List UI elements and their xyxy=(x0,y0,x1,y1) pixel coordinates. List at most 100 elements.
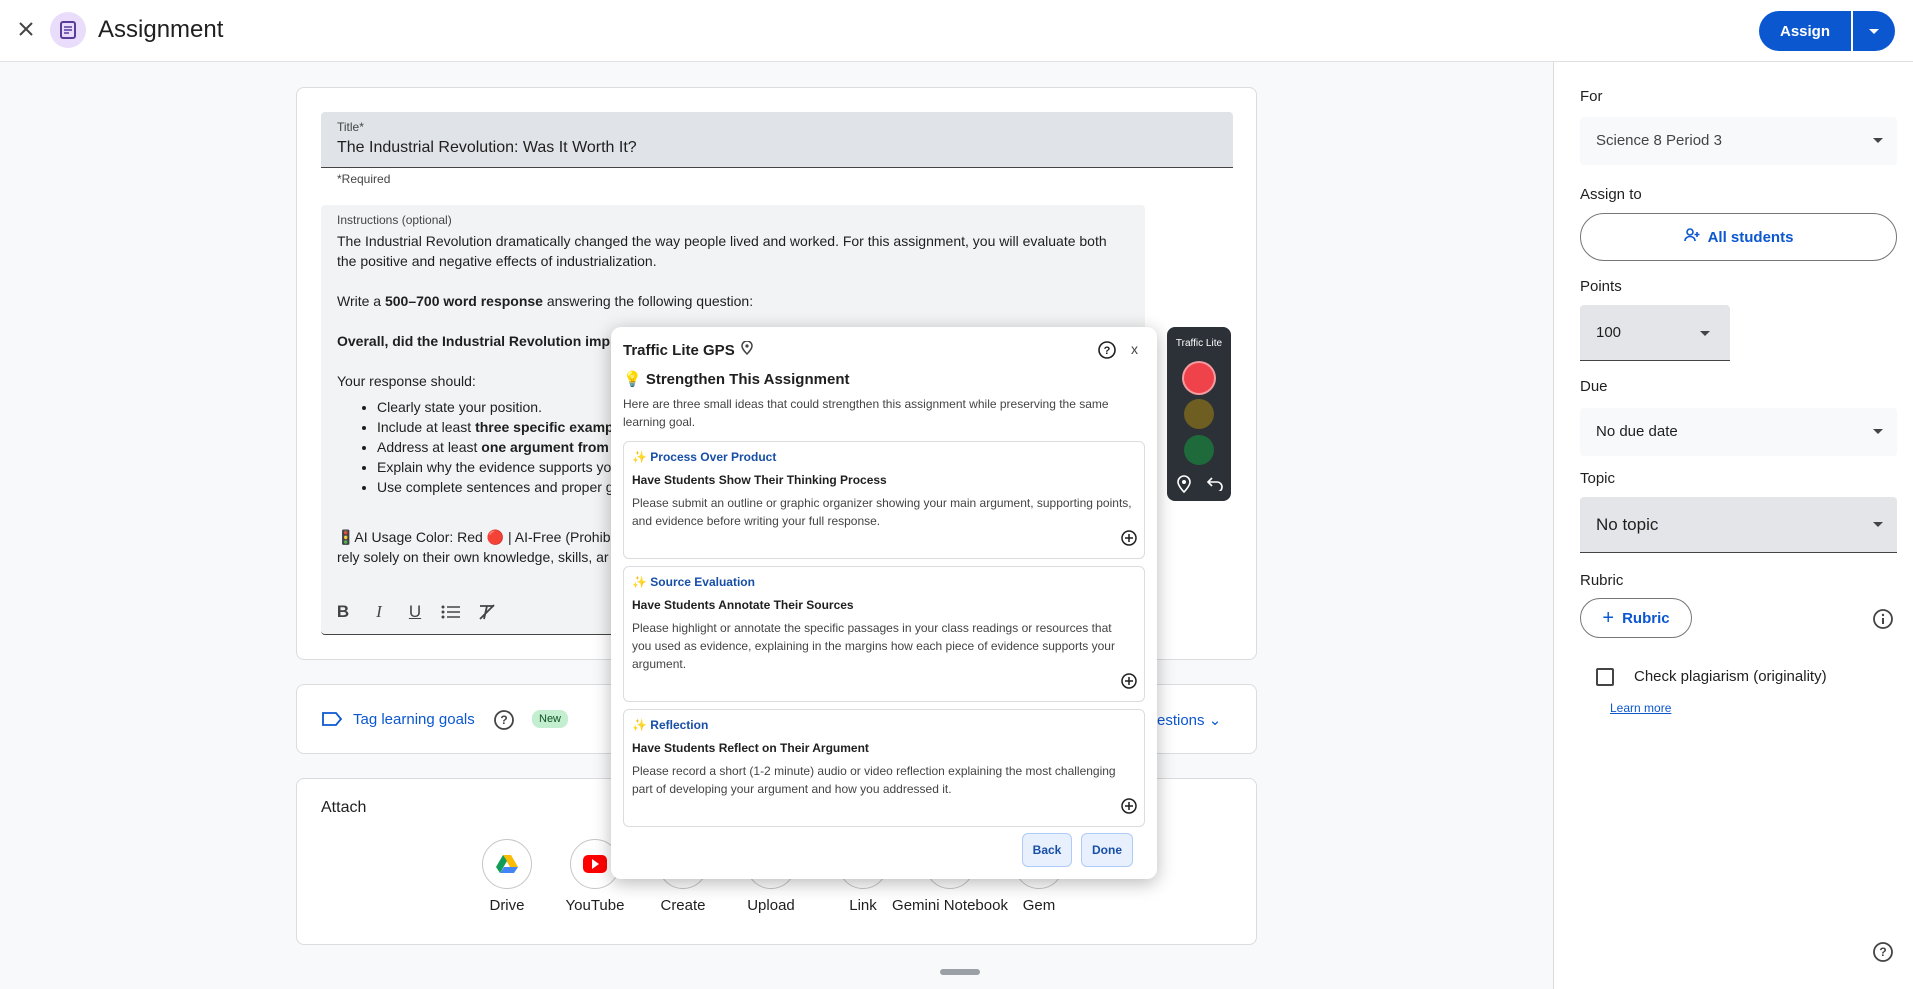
points-select[interactable]: 100 xyxy=(1580,305,1730,361)
top-bar: Assignment Assign xyxy=(0,0,1913,62)
points-value: 100 xyxy=(1596,324,1622,341)
add-circle-icon[interactable] xyxy=(1120,797,1138,820)
learn-more-link[interactable]: Learn more xyxy=(1610,701,1671,715)
dialog-title-text: Traffic Lite GPS xyxy=(623,341,735,359)
dialog-title: Traffic Lite GPS xyxy=(623,340,753,359)
idea-tag: ✨ Process Over Product xyxy=(632,450,777,464)
idea-tag: ✨ Source Evaluation xyxy=(632,575,755,589)
location-pin-icon[interactable] xyxy=(1176,475,1192,498)
traffic-lite-widget: Traffic Lite xyxy=(1167,327,1231,501)
idea-title: Have Students Reflect on Their Argument xyxy=(632,741,869,755)
attach-label: Gem xyxy=(1022,897,1056,914)
topic-value: No topic xyxy=(1596,515,1659,534)
idea-title: Have Students Show Their Thinking Proces… xyxy=(632,473,887,487)
idea-card: ✨ Source Evaluation Have Students Annota… xyxy=(623,566,1145,702)
caret-down-icon xyxy=(1873,522,1883,527)
questions-link[interactable]: estions ⌄ xyxy=(1157,711,1221,729)
add-circle-icon[interactable] xyxy=(1120,672,1138,695)
done-button[interactable]: Done xyxy=(1081,833,1133,867)
plus-icon: + xyxy=(1602,606,1615,629)
dialog-heading: 💡 Strengthen This Assignment xyxy=(623,371,850,388)
attach-label: YouTube xyxy=(565,897,625,914)
caret-down-icon xyxy=(1869,28,1879,34)
instructions-paragraph: The Industrial Revolution dramatically c… xyxy=(337,233,1107,269)
drive-icon xyxy=(482,839,532,889)
caret-down-icon xyxy=(1873,429,1883,434)
topic-label: Topic xyxy=(1580,470,1616,487)
assign-to-label: Assign to xyxy=(1580,186,1642,203)
bulleted-list-icon[interactable] xyxy=(439,600,463,624)
location-pin-icon xyxy=(740,340,753,359)
title-input[interactable]: The Industrial Revolution: Was It Worth … xyxy=(337,139,637,157)
idea-card: ✨ Process Over Product Have Students Sho… xyxy=(623,441,1145,559)
person-add-icon xyxy=(1683,227,1700,247)
assignment-icon xyxy=(50,12,86,48)
italic-icon[interactable]: I xyxy=(367,600,391,624)
svg-text:?: ? xyxy=(500,713,507,727)
label-icon xyxy=(321,709,343,734)
rubric-label: Rubric xyxy=(1580,572,1624,589)
traffic-lite-gps-dialog: Traffic Lite GPS ? x 💡 Strengthen This A… xyxy=(611,327,1157,879)
due-select[interactable]: No due date xyxy=(1580,408,1897,456)
green-light[interactable] xyxy=(1184,435,1214,465)
dialog-intro: Here are three small ideas that could st… xyxy=(623,397,1109,429)
instructions-label: Instructions (optional) xyxy=(337,213,452,227)
idea-description: Please submit an outline or graphic orga… xyxy=(632,496,1132,528)
topic-select[interactable]: No topic xyxy=(1580,497,1897,553)
add-rubric-button[interactable]: + Rubric xyxy=(1580,598,1692,638)
caret-down-icon xyxy=(1700,331,1710,336)
clear-formatting-icon[interactable] xyxy=(475,600,499,624)
attach-drive-button[interactable]: Drive xyxy=(462,839,552,914)
attach-label: Drive xyxy=(489,897,525,914)
back-button[interactable]: Back xyxy=(1022,833,1072,867)
plagiarism-label: Check plagiarism (originality) xyxy=(1634,668,1827,685)
info-icon[interactable] xyxy=(1872,608,1894,635)
idea-description: Please highlight or annotate the specifi… xyxy=(632,621,1115,671)
bold-icon[interactable]: B xyxy=(331,600,355,624)
help-icon[interactable]: ? xyxy=(1097,340,1117,365)
new-badge: New xyxy=(532,710,569,728)
plagiarism-checkbox[interactable] xyxy=(1596,668,1614,686)
red-light[interactable] xyxy=(1184,363,1214,393)
help-icon[interactable]: ? xyxy=(493,709,515,736)
resize-handle[interactable] xyxy=(940,969,980,975)
widget-title: Traffic Lite xyxy=(1175,338,1223,349)
add-circle-icon[interactable] xyxy=(1120,529,1138,552)
title-field[interactable]: Title* The Industrial Revolution: Was It… xyxy=(321,112,1233,168)
all-students-button[interactable]: All students xyxy=(1580,213,1897,261)
attach-label: Upload xyxy=(747,897,795,914)
idea-card: ✨ Reflection Have Students Reflect on Th… xyxy=(623,709,1145,827)
attach-title: Attach xyxy=(321,799,367,816)
svg-text:?: ? xyxy=(1104,345,1111,357)
title-label: Title* xyxy=(337,120,364,134)
chevron-down-icon: ⌄ xyxy=(1208,712,1222,729)
tag-learning-goals-link[interactable]: Tag learning goals xyxy=(353,711,475,728)
underline-icon[interactable]: U xyxy=(403,600,427,624)
idea-description: Please record a short (1-2 minute) audio… xyxy=(632,764,1116,796)
assign-options-button[interactable] xyxy=(1853,11,1895,51)
assign-button[interactable]: Assign xyxy=(1759,11,1851,51)
rubric-button-label: Rubric xyxy=(1622,609,1670,627)
all-students-label: All students xyxy=(1707,228,1794,246)
page-title: Assignment xyxy=(98,16,224,43)
due-value: No due date xyxy=(1596,423,1678,440)
class-select[interactable]: Science 8 Period 3 xyxy=(1580,117,1897,165)
required-note: *Required xyxy=(337,172,391,186)
undo-icon[interactable] xyxy=(1206,475,1224,496)
idea-title: Have Students Annotate Their Sources xyxy=(632,598,854,612)
caret-down-icon xyxy=(1873,138,1883,143)
svg-text:?: ? xyxy=(1879,945,1886,959)
formatting-toolbar: B I U xyxy=(331,600,499,624)
attach-label: Create xyxy=(660,897,706,914)
for-label: For xyxy=(1580,88,1603,105)
due-label: Due xyxy=(1580,378,1608,395)
idea-tag: ✨ Reflection xyxy=(632,718,709,732)
class-select-value: Science 8 Period 3 xyxy=(1596,132,1722,149)
instructions-paragraph: Write a 500–700 word response answering … xyxy=(337,293,754,309)
yellow-light[interactable] xyxy=(1184,399,1214,429)
help-icon[interactable]: ? xyxy=(1872,941,1894,968)
close-icon[interactable] xyxy=(14,17,38,41)
close-button[interactable]: x xyxy=(1131,341,1138,357)
settings-panel: For Science 8 Period 3 Assign to All stu… xyxy=(1553,62,1913,989)
points-label: Points xyxy=(1580,278,1622,295)
